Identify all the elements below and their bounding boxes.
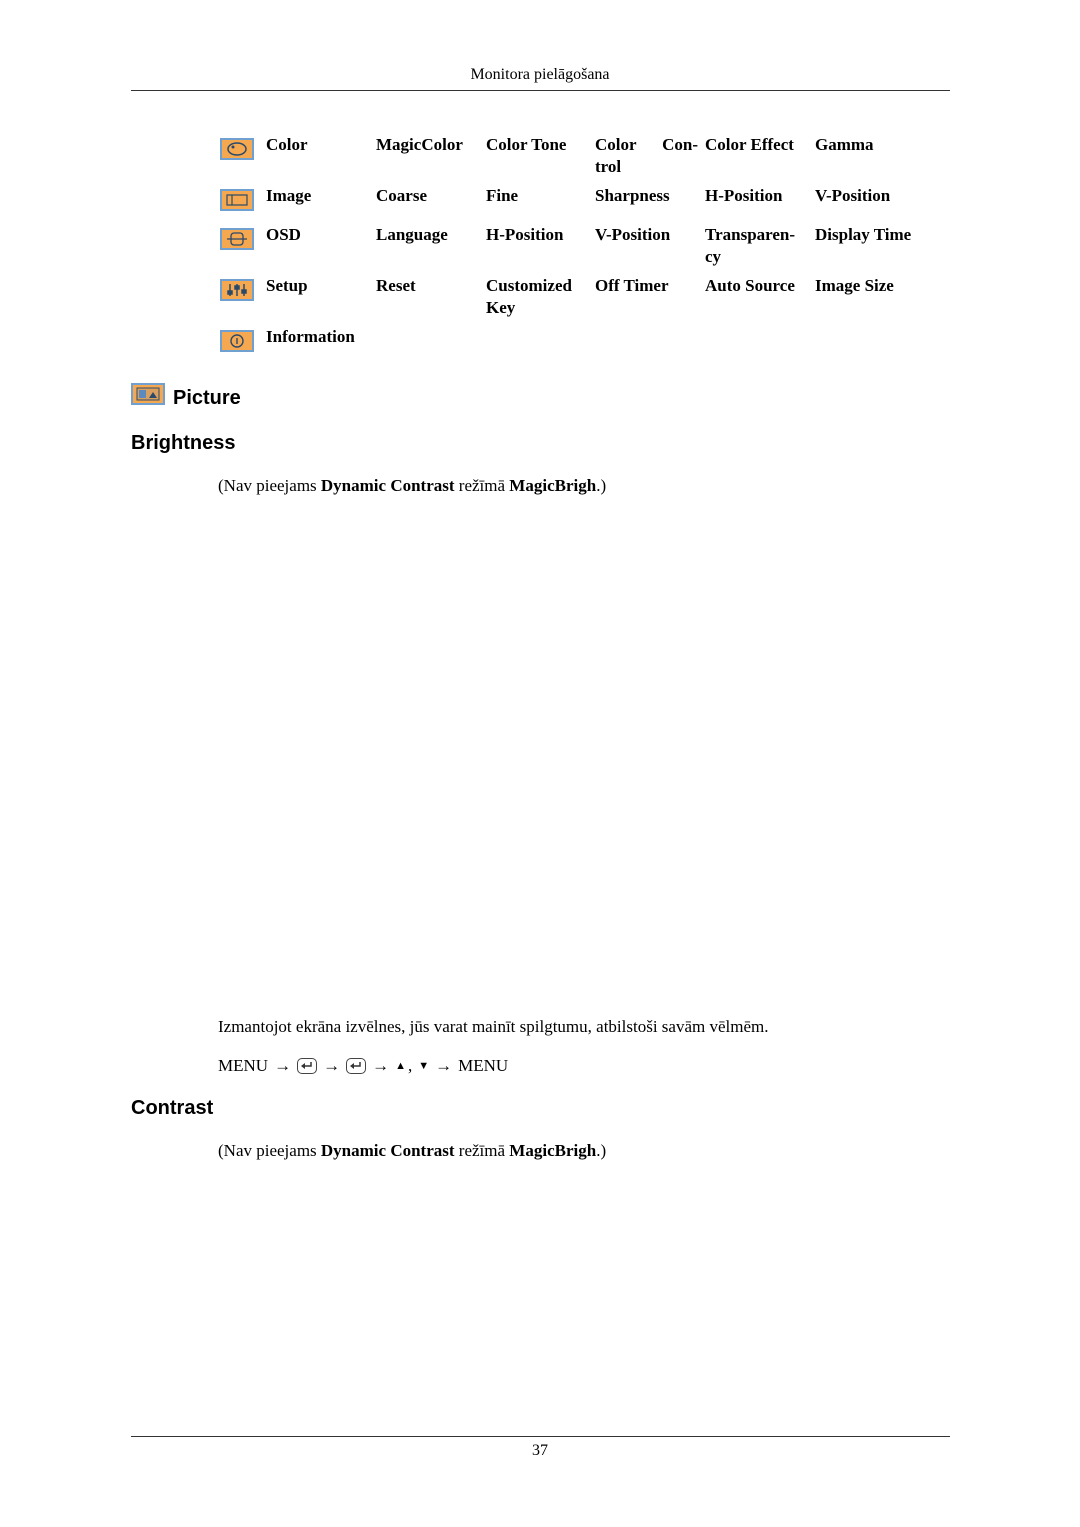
menu-subitem: Fine <box>486 186 519 205</box>
menu-item-setup: Setup <box>266 276 308 295</box>
page-number: 37 <box>532 1442 548 1459</box>
brightness-description: Izmantojot ekrāna izvēlnes, jūs varat ma… <box>218 1017 769 1036</box>
menu-subitem: Reset <box>376 276 416 295</box>
button-sequence: MENU → → → ▲ , ▼ → MENU <box>218 1056 508 1076</box>
menu-key-label: MENU <box>218 1056 269 1075</box>
menu-subitem: Coarse <box>376 186 427 205</box>
menu-key-label: MENU <box>458 1056 509 1075</box>
color-palette-icon <box>220 138 254 160</box>
information-icon <box>220 330 254 352</box>
setup-icon <box>220 279 254 301</box>
menu-subitem: Auto Source <box>705 276 795 295</box>
brightness-note: (Nav pieejams Dynamic Contrast režīmā Ma… <box>218 476 607 495</box>
picture-icon <box>131 383 165 405</box>
menu-subitem: Language <box>376 225 448 244</box>
menu-item-osd: OSD <box>266 225 301 244</box>
footer-rule <box>131 1436 950 1437</box>
menu-subitem: Sharpness <box>595 186 670 205</box>
arrow-right-icon: → <box>323 1056 341 1075</box>
menu-subitem: V-Position <box>595 225 671 244</box>
osd-icon <box>220 228 254 250</box>
menu-item-information: Information <box>266 327 355 346</box>
menu-subitem: V-Position <box>815 186 891 205</box>
menu-subitem: Color Effect <box>705 135 794 154</box>
arrow-right-icon: → <box>372 1056 390 1075</box>
enter-key-icon <box>297 1058 318 1074</box>
arrow-right-icon: → <box>274 1056 292 1075</box>
running-header: Monitora pielāgošana <box>470 66 610 83</box>
menu-subitem: Color Con- trol <box>595 135 698 176</box>
menu-subitem: Gamma <box>815 135 874 154</box>
enter-key-icon <box>346 1058 367 1074</box>
menu-subitem: Transparen- cy <box>705 225 796 266</box>
menu-subitem: Off Timer <box>595 276 669 295</box>
up-triangle-icon: ▲ <box>395 1060 406 1072</box>
menu-subitem: Color Tone <box>486 135 567 154</box>
contrast-note: (Nav pieejams Dynamic Contrast režīmā Ma… <box>218 1141 607 1160</box>
image-icon <box>220 189 254 211</box>
arrow-right-icon: → <box>435 1056 453 1075</box>
down-triangle-icon: ▼ <box>418 1060 430 1072</box>
section-title-picture: Picture <box>173 387 241 409</box>
menu-subitem: Customized Key <box>486 276 572 317</box>
menu-subitem: H-Position <box>705 186 783 205</box>
menu-item-image: Image <box>266 186 312 205</box>
comma-separator: , <box>407 1056 413 1075</box>
menu-item-color: Color <box>266 135 308 154</box>
menu-subitem: MagicColor <box>376 135 463 154</box>
header-rule <box>131 90 950 91</box>
heading-brightness: Brightness <box>131 432 236 454</box>
menu-subitem: Display Time <box>815 225 912 244</box>
menu-subitem: H-Position <box>486 225 564 244</box>
heading-contrast: Contrast <box>131 1097 214 1119</box>
menu-subitem: Image Size <box>815 276 894 295</box>
